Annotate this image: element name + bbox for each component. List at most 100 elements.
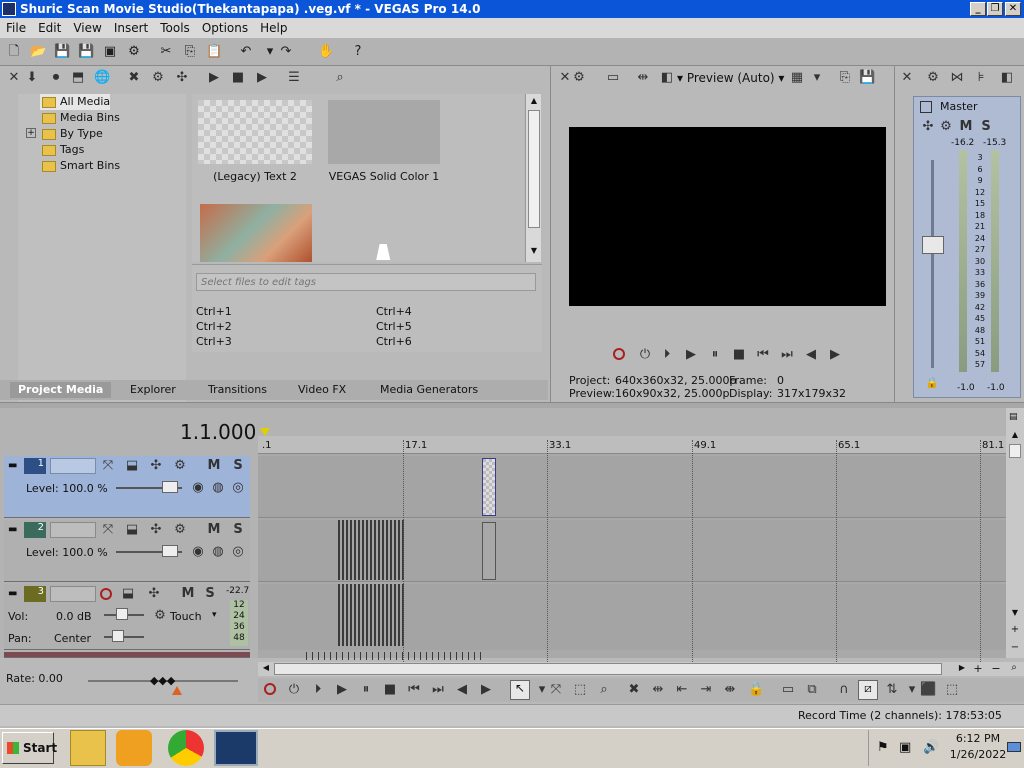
record-icon[interactable] (613, 348, 625, 360)
cut-icon[interactable]: ✂ (158, 44, 174, 60)
minimize-button[interactable]: _ (970, 2, 986, 16)
capture-icon[interactable]: ⏺ (48, 70, 64, 86)
time-ruler[interactable] (258, 436, 1006, 454)
track-minimize-icon[interactable]: ▬ (8, 524, 20, 536)
menu-help[interactable]: Help (254, 21, 293, 35)
record-icon[interactable] (264, 683, 276, 695)
properties-icon[interactable]: ⚙ (126, 44, 142, 60)
track-fx-icon[interactable]: ⬓ (120, 586, 136, 602)
track-settings-icon[interactable]: ⚙ (172, 458, 188, 474)
vegas-taskbar-icon[interactable] (214, 730, 258, 766)
track-mute-button[interactable]: M (180, 586, 196, 602)
scroll-thumb[interactable] (528, 110, 540, 228)
delete-icon[interactable]: ✖ (626, 682, 642, 698)
go-to-end-icon[interactable]: ⏭ (430, 682, 446, 698)
play-from-start-icon[interactable]: ⏵ (310, 682, 326, 698)
timeline-hscroll[interactable]: ◀ ▶ + − ⌕ (258, 662, 1024, 676)
scroll-left-icon[interactable]: ◀ (260, 663, 272, 675)
tree-tags[interactable]: Tags (40, 142, 84, 158)
menu-options[interactable]: Options (196, 21, 254, 35)
render-icon[interactable]: ▣ (102, 44, 118, 60)
open-icon[interactable]: 📂 (30, 44, 46, 60)
lock-icon[interactable]: ◧ (999, 70, 1015, 86)
undo-icon[interactable]: ↶ (238, 44, 254, 60)
zoom-out-icon[interactable]: − (1009, 642, 1021, 654)
vol-slider-handle[interactable] (116, 608, 128, 620)
thumb-video-clip[interactable] (200, 204, 312, 262)
hscroll-thumb[interactable] (274, 663, 942, 675)
track-solo-button[interactable]: S (230, 458, 246, 474)
tree-all-media[interactable]: All Media (40, 94, 111, 110)
make-compositing-child-icon[interactable]: ◍ (210, 544, 226, 560)
audio-clip-strip[interactable] (338, 584, 406, 646)
media-fx-icon[interactable]: ⚙ (150, 70, 166, 86)
lock-icon[interactable]: 🔒 (748, 682, 764, 698)
get-media-icon[interactable]: ⬒ (70, 70, 86, 86)
arm-record-icon[interactable] (100, 588, 112, 600)
menu-tools[interactable]: Tools (154, 21, 196, 35)
ripple-edit-icon[interactable]: ⇅ (884, 682, 900, 698)
search-icon[interactable]: ⌕ (332, 70, 348, 86)
zoom-in-icon[interactable]: + (1009, 624, 1021, 636)
master-fader-handle[interactable] (922, 236, 944, 254)
copy-snapshot-icon[interactable]: ⎘ (837, 70, 853, 86)
master-lock-icon[interactable]: 🔒 (925, 376, 939, 389)
level-slider-handle[interactable] (162, 481, 178, 493)
split-icon[interactable]: ⇼ (722, 682, 738, 698)
ripple-dropdown-icon[interactable]: ▾ (904, 682, 920, 698)
redo-icon[interactable]: ↷ (278, 44, 294, 60)
scroll-right-icon[interactable]: ▶ (956, 663, 968, 675)
scroll-up-icon[interactable]: ▲ (1009, 430, 1021, 442)
paste-icon[interactable]: 📋 (206, 44, 222, 60)
tab-project-media[interactable]: Project Media (10, 382, 112, 398)
overlays-dropdown-icon[interactable]: ▾ (809, 70, 825, 86)
import-media-icon[interactable]: ⬇ (24, 70, 40, 86)
audio-track-3[interactable]: ▬ 3 ⬓ ✣ M S -22.7 Vol: 0.0 dB ⚙ Touch ▾ … (4, 584, 250, 650)
split-icon[interactable]: ✣ (174, 70, 190, 86)
video-clip-strip[interactable] (338, 520, 406, 580)
save-as-icon[interactable]: 💾 (78, 44, 94, 60)
selection-tool-icon[interactable]: ⬚ (572, 682, 588, 698)
media-player-icon[interactable] (116, 730, 152, 766)
stop-preview-icon[interactable]: ■ (230, 70, 246, 86)
preview-properties-icon[interactable]: ⚙ (571, 70, 587, 86)
pause-icon[interactable]: ⏸ (358, 682, 374, 698)
stop-icon[interactable]: ■ (731, 347, 747, 363)
track-1-lane[interactable] (258, 456, 1006, 518)
marker-bar[interactable] (258, 408, 1006, 436)
automation-icon[interactable]: ✣ (146, 586, 162, 602)
copy-icon[interactable]: ⎘ (182, 44, 198, 60)
trim-start-icon[interactable]: ⇤ (674, 682, 690, 698)
tree-by-type[interactable]: By Type (40, 126, 103, 142)
master-fx-icon[interactable]: ✣ (920, 119, 936, 135)
track-fx-icon[interactable]: ⬓ (124, 522, 140, 538)
text-clip[interactable] (482, 458, 496, 516)
expand-icon[interactable]: + (26, 128, 36, 138)
envelope-tool-icon[interactable]: ⤧ (548, 682, 564, 698)
scroll-down-icon[interactable]: ▼ (528, 246, 540, 258)
automation-mode[interactable]: Touch (170, 610, 202, 623)
edit-tool-icon[interactable]: ✋ (318, 44, 334, 60)
scroll-up-icon[interactable]: ▲ (528, 96, 540, 108)
track-minimize-icon[interactable]: ▬ (8, 588, 20, 600)
play-preview-icon[interactable]: ▶ (206, 70, 222, 86)
normal-edit-tool-icon[interactable]: ↖ (510, 680, 530, 700)
video-track-2[interactable]: ▬ 2 ⤧ ⬓ ✣ ⚙ M S Level: 100.0 % ◉ ◍ ◎ (4, 520, 250, 582)
automation-settings-icon[interactable]: ⚙ (152, 608, 168, 624)
save-snapshot-icon[interactable]: 💾 (859, 70, 875, 86)
clock-time[interactable]: 6:12 PM (953, 732, 1003, 745)
level-slider-handle[interactable] (162, 545, 178, 557)
go-to-end-icon[interactable]: ⏭ (779, 347, 795, 363)
tags-input[interactable] (196, 273, 536, 291)
video-track-1[interactable]: ▬ 1 ⤧ ⬓ ✣ ⚙ M S Level: 100.0 % ◉ ◍ ◎ (4, 456, 250, 518)
master-properties-icon[interactable]: ⚙ (925, 70, 941, 86)
preview-quality-dropdown[interactable]: ▾ Preview (Auto) ▾ (677, 70, 784, 86)
track-minimize-icon[interactable]: ▬ (8, 460, 20, 472)
track-name-field[interactable] (50, 458, 96, 474)
remove-icon[interactable]: ✖ (126, 70, 142, 86)
video-fx-icon[interactable]: ◧ (659, 70, 675, 86)
prev-frame-icon[interactable]: ◀ (803, 347, 819, 363)
tree-smart-bins[interactable]: Smart Bins (40, 158, 120, 174)
chrome-icon[interactable] (168, 730, 204, 766)
track-mute-button[interactable]: M (206, 458, 222, 474)
